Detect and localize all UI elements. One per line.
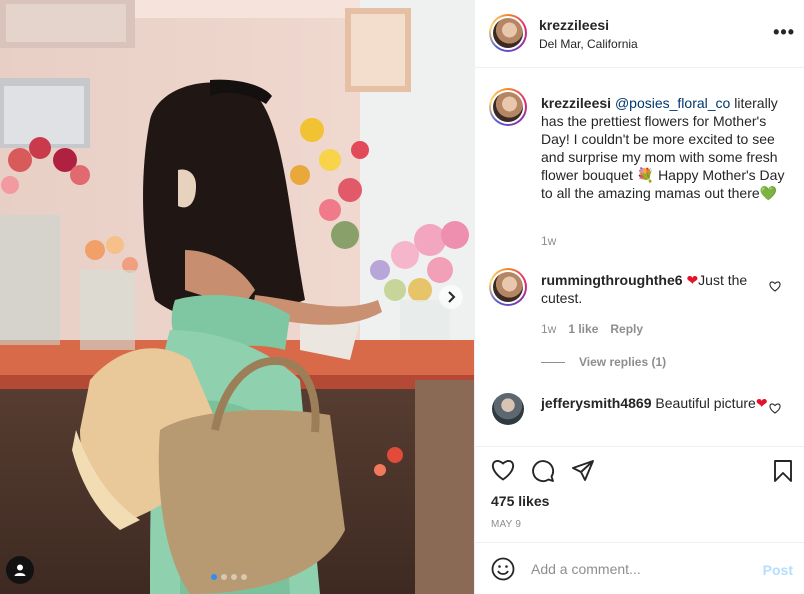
carousel-dot bbox=[231, 574, 237, 580]
caption-mention[interactable]: @posies_floral_co bbox=[615, 95, 730, 111]
comment-time[interactable]: 1w bbox=[541, 322, 556, 336]
post-date[interactable]: MAY 9 bbox=[491, 519, 521, 530]
tagged-users-button[interactable] bbox=[6, 556, 34, 584]
red-heart-icon: ❤ bbox=[755, 395, 768, 411]
view-replies-label: View replies (1) bbox=[579, 355, 667, 369]
emoji-icon[interactable] bbox=[491, 557, 515, 581]
like-comment-heart-icon[interactable] bbox=[769, 403, 781, 414]
chevron-right-icon bbox=[448, 291, 456, 303]
reply-button[interactable]: Reply bbox=[610, 322, 643, 336]
caption-meta: 1w bbox=[541, 234, 556, 248]
post-actions: 475 likes MAY 9 bbox=[475, 446, 804, 542]
comment: jefferysmith4869 Beautiful picture❤ bbox=[541, 394, 787, 412]
caption-username[interactable]: krezzileesi bbox=[541, 95, 611, 111]
photo-illustration bbox=[0, 0, 474, 594]
comment-icon[interactable] bbox=[531, 459, 555, 483]
comment: rummingthroughthe6 ❤Just the cutest. bbox=[541, 271, 787, 307]
carousel-dot-active bbox=[211, 574, 217, 580]
author-avatar[interactable] bbox=[489, 14, 527, 52]
user-icon bbox=[14, 564, 26, 576]
more-options-icon[interactable]: ••• bbox=[773, 22, 795, 43]
carousel-next-button[interactable] bbox=[439, 285, 463, 309]
comments-section: krezzileesi @posies_floral_co literally … bbox=[475, 68, 804, 446]
like-comment-heart-icon[interactable] bbox=[769, 281, 781, 292]
view-replies-button[interactable]: View replies (1) bbox=[541, 355, 666, 369]
add-comment-input[interactable] bbox=[531, 557, 731, 581]
add-comment-bar: Post bbox=[475, 542, 804, 594]
carousel-dot bbox=[221, 574, 227, 580]
comment-username[interactable]: jefferysmith4869 bbox=[541, 395, 652, 411]
comment-likes[interactable]: 1 like bbox=[568, 322, 598, 336]
post-photo[interactable] bbox=[0, 0, 474, 594]
carousel-dot bbox=[241, 574, 247, 580]
red-heart-icon: ❤ bbox=[686, 272, 699, 288]
post-header: krezzileesi Del Mar, California ••• bbox=[475, 0, 804, 68]
author-username[interactable]: krezzileesi bbox=[539, 17, 609, 33]
green-heart-icon: 💚 bbox=[759, 185, 778, 201]
caption: krezzileesi @posies_floral_co literally … bbox=[541, 94, 787, 202]
replies-divider bbox=[541, 361, 565, 363]
comment-username[interactable]: rummingthroughthe6 bbox=[541, 272, 683, 288]
post-sidebar: krezzileesi Del Mar, California ••• krez… bbox=[474, 0, 804, 594]
comment-avatar[interactable] bbox=[489, 268, 527, 306]
post-comment-button[interactable]: Post bbox=[763, 562, 793, 578]
comment-meta: 1w 1 like Reply bbox=[541, 322, 643, 336]
caption-time[interactable]: 1w bbox=[541, 234, 556, 248]
bouquet-icon: 💐 bbox=[636, 167, 655, 183]
like-heart-icon[interactable] bbox=[491, 459, 515, 481]
comment-avatar[interactable] bbox=[492, 393, 524, 425]
likes-count[interactable]: 475 likes bbox=[491, 493, 549, 509]
share-icon[interactable] bbox=[571, 459, 595, 483]
post-location[interactable]: Del Mar, California bbox=[539, 37, 638, 51]
save-bookmark-icon[interactable] bbox=[773, 459, 793, 483]
caption-author-avatar[interactable] bbox=[489, 88, 527, 126]
comment-text: Beautiful picture bbox=[655, 395, 756, 411]
carousel-indicator bbox=[211, 574, 247, 580]
